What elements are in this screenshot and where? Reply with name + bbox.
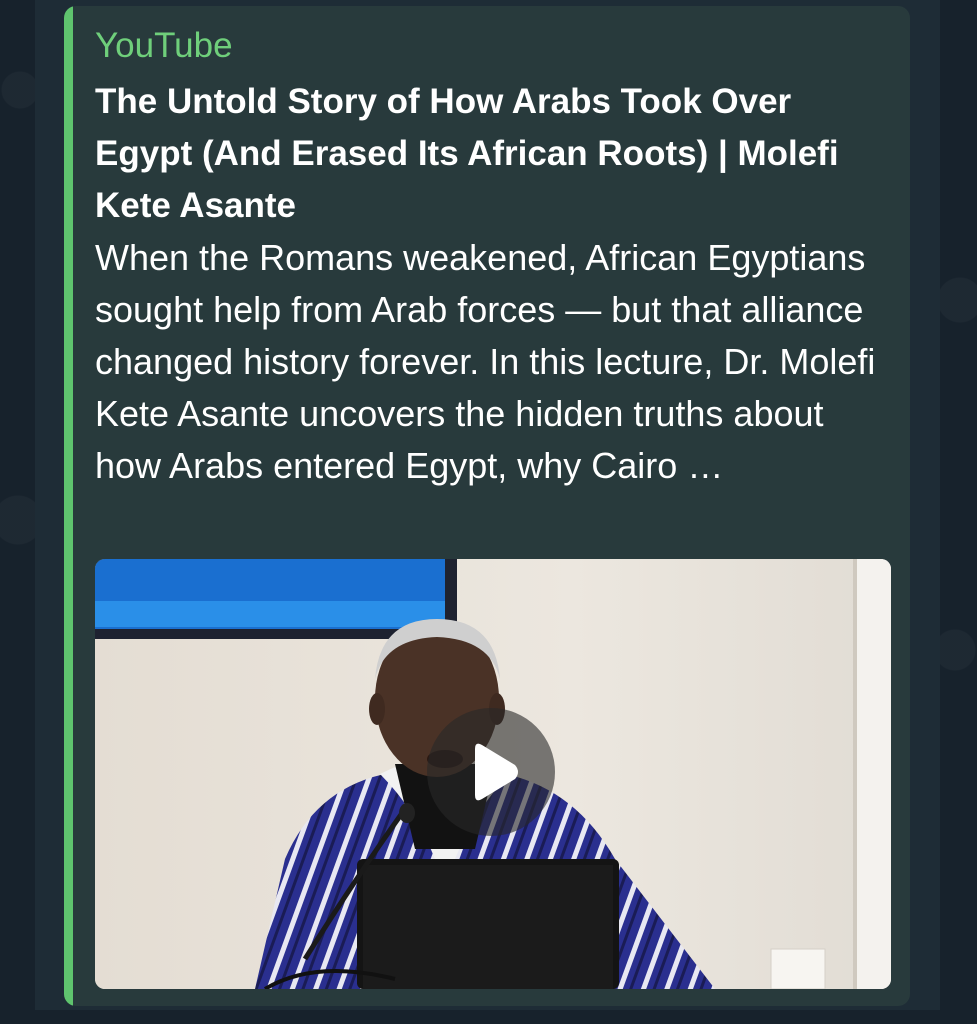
preview-title: The Untold Story of How Arabs Took Over …	[95, 82, 839, 225]
accent-bar	[64, 6, 73, 1006]
play-icon[interactable]	[95, 559, 891, 989]
link-preview[interactable]: YouTube The Untold Story of How Arabs To…	[64, 6, 910, 1006]
preview-description: When the Romans weakened, African Egypti…	[95, 237, 876, 486]
video-thumbnail[interactable]	[95, 559, 891, 989]
site-name: YouTube	[95, 26, 233, 65]
